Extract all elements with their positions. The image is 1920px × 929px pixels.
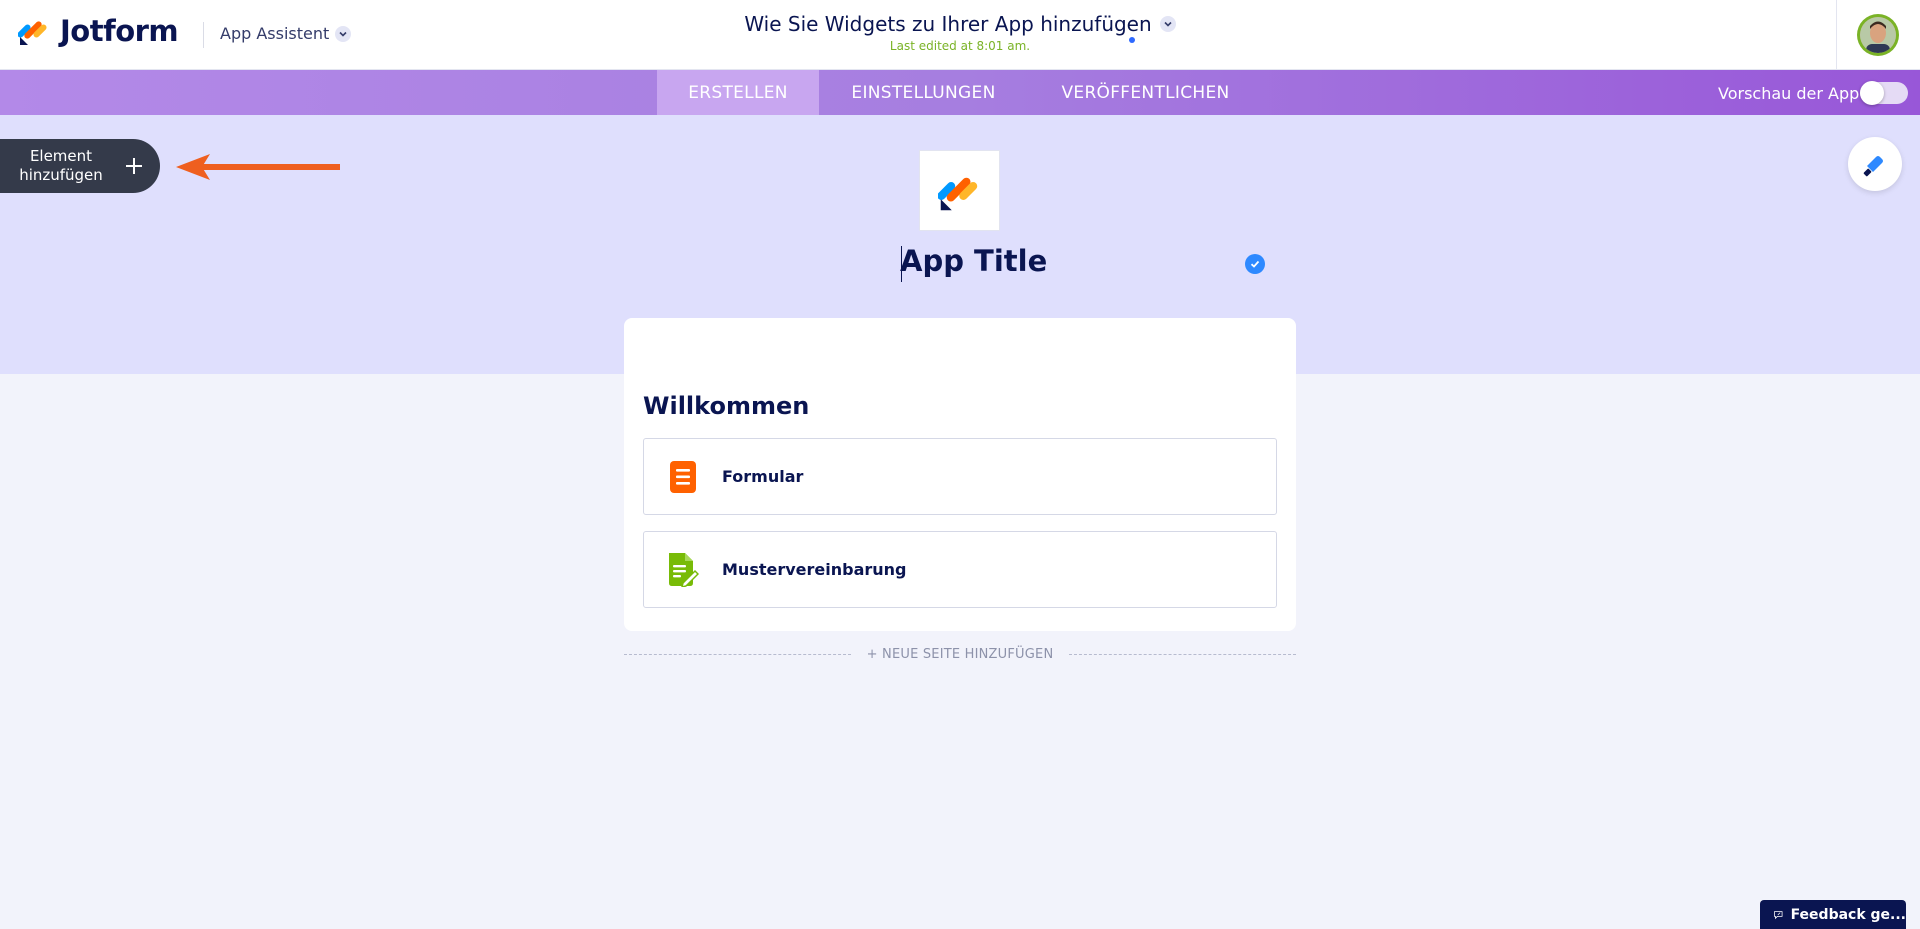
feedback-label: Feedback ge... bbox=[1790, 906, 1906, 923]
app-page-card: Willkommen Formular Mustervereinbarung bbox=[624, 318, 1296, 631]
document-title-area: Wie Sie Widgets zu Ihrer App hinzufügen bbox=[0, 12, 1920, 36]
add-element-button[interactable]: Element hinzufügen bbox=[0, 139, 160, 193]
avatar-image bbox=[1860, 17, 1896, 53]
app-logo-icon bbox=[937, 177, 977, 210]
sign-document-icon-wrap bbox=[644, 552, 722, 587]
chevron-down-icon bbox=[1159, 16, 1176, 32]
annotation-arrow bbox=[176, 154, 340, 180]
paint-roller-icon bbox=[1863, 156, 1883, 177]
app-designer-button[interactable] bbox=[1848, 137, 1902, 191]
plus-icon bbox=[126, 158, 142, 174]
tab-veroeffentlichen[interactable]: VERÖFFENTLICHEN bbox=[1028, 70, 1263, 115]
document-title: Wie Sie Widgets zu Ihrer App hinzufügen bbox=[744, 12, 1152, 36]
feedback-button[interactable]: Feedback ge... bbox=[1760, 900, 1906, 929]
top-header: Jotform App Assistent Wie Sie Widgets zu… bbox=[0, 0, 1920, 70]
dashed-divider bbox=[1069, 653, 1296, 655]
add-element-label-line1: Element bbox=[29, 147, 93, 165]
dashed-divider bbox=[624, 653, 851, 655]
list-item-label: Formular bbox=[722, 467, 804, 486]
document-title-dropdown[interactable]: Wie Sie Widgets zu Ihrer App hinzufügen bbox=[744, 12, 1176, 36]
sign-document-icon bbox=[669, 552, 699, 587]
list-item-mustervereinbarung[interactable]: Mustervereinbarung bbox=[643, 531, 1277, 608]
header-divider bbox=[1836, 0, 1837, 70]
app-preview-label: Vorschau der App bbox=[1718, 84, 1860, 103]
builder-nav-bar: ERSTELLEN EINSTELLUNGEN VERÖFFENTLICHEN … bbox=[0, 70, 1920, 115]
user-avatar[interactable] bbox=[1857, 14, 1899, 56]
page-heading[interactable]: Willkommen bbox=[643, 392, 809, 420]
feedback-icon bbox=[1774, 910, 1783, 919]
form-icon-wrap bbox=[644, 460, 722, 493]
app-title-input[interactable]: App Title bbox=[900, 244, 1047, 278]
add-element-label-line2: hinzufügen bbox=[19, 166, 103, 184]
last-edited-status: Last edited at 8:01 am. bbox=[889, 39, 1031, 53]
form-icon bbox=[670, 460, 696, 493]
tab-erstellen[interactable]: ERSTELLEN bbox=[657, 70, 819, 115]
app-preview-toggle[interactable] bbox=[1860, 81, 1908, 105]
list-item-formular[interactable]: Formular bbox=[643, 438, 1277, 515]
toggle-knob bbox=[1860, 81, 1884, 105]
list-item-label: Mustervereinbarung bbox=[722, 560, 907, 579]
check-badge-icon bbox=[1245, 254, 1265, 274]
add-element-label: Element hinzufügen bbox=[0, 147, 122, 185]
app-icon-upload[interactable] bbox=[919, 150, 1000, 231]
add-new-page-label: + NEUE SEITE HINZUFÜGEN bbox=[866, 646, 1054, 662]
add-new-page-button[interactable]: + NEUE SEITE HINZUFÜGEN bbox=[624, 645, 1296, 663]
tab-einstellungen[interactable]: EINSTELLUNGEN bbox=[819, 70, 1028, 115]
